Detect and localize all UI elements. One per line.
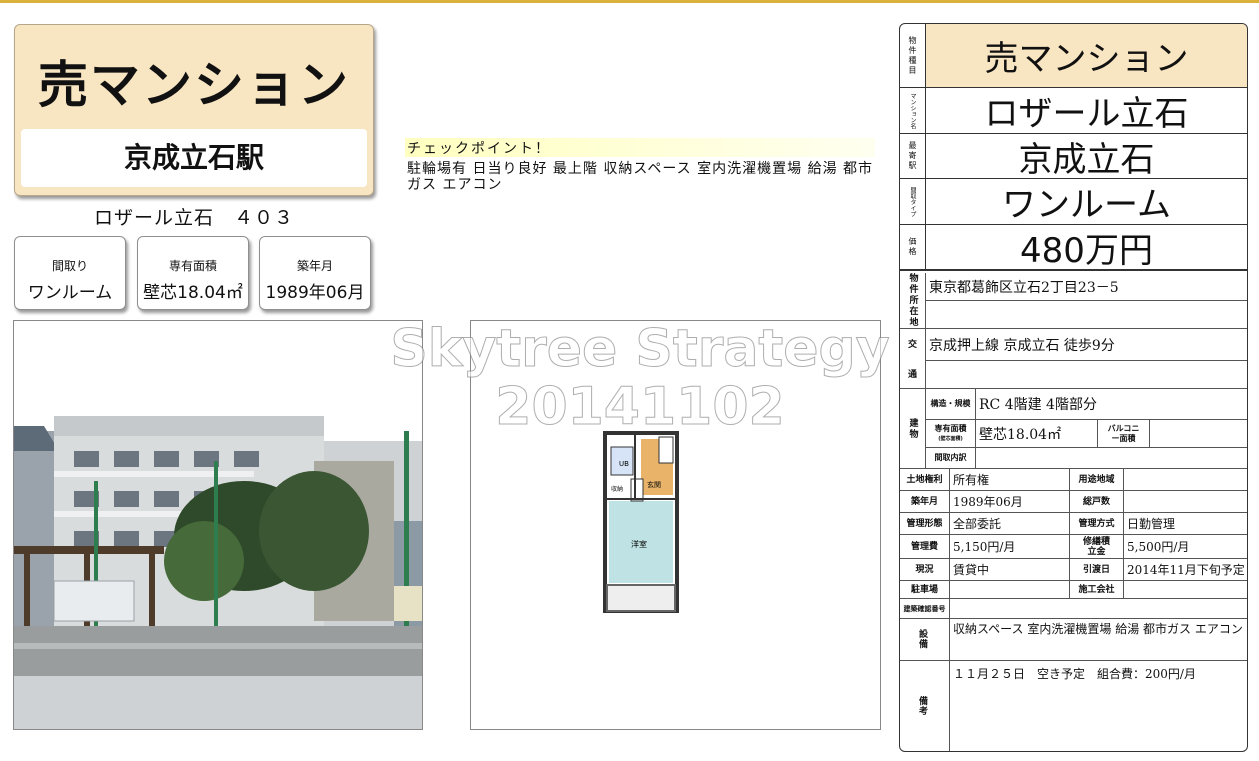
checkpoint-title: チェックポイント！ xyxy=(405,138,875,157)
management-form-value: 全部委託 xyxy=(950,513,1070,535)
building-photo-illustration xyxy=(14,321,422,729)
management-fee-value: 5,150円/月 xyxy=(950,535,1070,559)
property-detail-table: 物件種目 売マンション マンション名 ロザール立石 最寄駅 京成立石 間取タイプ… xyxy=(899,23,1248,752)
transport-label-1: 交 xyxy=(900,329,926,361)
title-card: 売マンション 京成立石駅 xyxy=(14,24,374,196)
transport-extra xyxy=(926,361,1247,389)
status-value: 賃貸中 xyxy=(950,559,1070,581)
permit-value xyxy=(950,599,1247,619)
zoning-value xyxy=(1124,469,1247,491)
built-value: 1989年06月 xyxy=(950,491,1070,513)
layout-label: 間取り xyxy=(51,259,88,273)
area-table-sublabel: (壁芯面積) xyxy=(938,435,963,442)
transport-value: 京成押上線 京成立石 徒歩9分 xyxy=(926,329,1247,361)
header-value-layout: ワンルーム xyxy=(1002,185,1171,225)
header-value-price: 480万円 xyxy=(1020,230,1153,271)
remarks-label: 備考 xyxy=(900,661,950,751)
header-row-type: 物件種目 売マンション xyxy=(900,24,1247,88)
management-form-label: 管理形態 xyxy=(900,513,950,535)
checkpoint-text: 駐輪場有 日当り良好 最上階 収納スペース 室内洗濯機置場 給湯 都市ガス エア… xyxy=(407,161,874,193)
address-extra xyxy=(926,301,1247,329)
management-fee-label: 管理費 xyxy=(900,535,950,559)
builder-label: 施工会社 xyxy=(1070,581,1124,599)
plan-entry-label: 玄関 xyxy=(647,480,661,489)
permit-label: 建築確認番号 xyxy=(900,599,950,619)
header-value-station: 京成立石 xyxy=(1018,139,1155,180)
total-units-value xyxy=(1124,491,1247,513)
repair-reserve-label: 修繕積立金 xyxy=(1070,535,1124,559)
layout-info-box: 間取り ワンルーム xyxy=(14,236,126,310)
built-date-info-box: 築年月 1989年06月 xyxy=(259,236,371,310)
header-value-name: ロザール立石 xyxy=(984,94,1189,134)
area-table-label: 専有面積 (壁芯面積) xyxy=(926,420,976,448)
building-photo xyxy=(13,320,423,730)
address-label: 物件所在地 xyxy=(900,273,926,329)
structure-label: 構造・規模 xyxy=(926,389,976,420)
header-label-name: マンション名 xyxy=(900,88,926,133)
structure-value: RC 4階建 4階部分 xyxy=(976,389,1247,420)
built-date-label: 築年月 xyxy=(296,259,333,273)
parking-value xyxy=(950,581,1070,599)
built-date-value: 1989年06月 xyxy=(265,283,365,303)
management-method-value: 日勤管理 xyxy=(1124,513,1247,535)
facilities-label: 設備 xyxy=(900,619,950,661)
layout-detail-value xyxy=(976,448,1247,469)
top-accent-line xyxy=(0,0,1259,3)
parking-label: 駐車場 xyxy=(900,581,950,599)
remarks-value: １１月２５日 空き予定 組合費：200円/月 xyxy=(953,667,1196,681)
header-value-type: 売マンション xyxy=(926,24,1247,87)
area-value: 壁芯18.04㎡ xyxy=(143,283,243,303)
property-type-title: 売マンション xyxy=(38,56,350,114)
floor-plan: UB 収納 玄関 洋室 xyxy=(470,320,881,730)
facilities-value: 収納スペース 室内洗濯機置場 給湯 都市ガス エアコン xyxy=(950,619,1247,661)
building-room-name: ロザール立石 ４０３ xyxy=(93,207,294,229)
area-table-label-text: 専有面積 xyxy=(934,423,967,433)
header-label-layout: 間取タイプ xyxy=(900,179,926,224)
status-label: 現況 xyxy=(900,559,950,581)
plan-bath-label: UB xyxy=(619,460,629,468)
built-label: 築年月 xyxy=(900,491,950,513)
building-label: 建物 xyxy=(900,389,926,469)
transport-label-2: 通 xyxy=(900,361,926,389)
plan-storage-label: 収納 xyxy=(611,485,623,493)
header-row-station: 最寄駅 京成立石 xyxy=(900,134,1247,180)
land-rights-value: 所有権 xyxy=(950,469,1070,491)
layout-detail-label: 間取内訳 xyxy=(926,448,976,469)
header-row-layout: 間取タイプ ワンルーム xyxy=(900,179,1247,225)
balcony-value xyxy=(1150,420,1247,448)
station-title: 京成立石駅 xyxy=(21,129,367,187)
handover-label: 引渡日 xyxy=(1070,559,1124,581)
plan-room-label: 洋室 xyxy=(631,539,647,549)
header-label-price: 価格 xyxy=(900,225,926,269)
land-rights-label: 土地権利 xyxy=(900,469,950,491)
total-units-label: 総戸数 xyxy=(1070,491,1124,513)
management-method-label: 管理方式 xyxy=(1070,513,1124,535)
header-label-station: 最寄駅 xyxy=(900,134,926,178)
header-label-type: 物件種目 xyxy=(900,24,926,87)
address-value: 東京都葛飾区立石2丁目23－5 xyxy=(926,273,1247,301)
header-row-name: マンション名 ロザール立石 xyxy=(900,88,1247,134)
layout-value: ワンルーム xyxy=(27,283,113,303)
header-row-price: 価格 480万円 xyxy=(900,225,1247,271)
balcony-label: バルコニー面積 xyxy=(1098,420,1150,448)
area-label: 専有面積 xyxy=(168,259,217,273)
area-info-box: 専有面積 壁芯18.04㎡ xyxy=(137,236,249,310)
floor-plan-illustration: UB 収納 玄関 洋室 xyxy=(603,431,679,613)
builder-value xyxy=(1124,581,1247,599)
repair-reserve-value: 5,500円/月 xyxy=(1124,535,1247,559)
handover-value: 2014年11月下旬予定 xyxy=(1124,559,1247,581)
zoning-label: 用途地域 xyxy=(1070,469,1124,491)
area-table-value: 壁芯18.04㎡ xyxy=(976,420,1098,448)
